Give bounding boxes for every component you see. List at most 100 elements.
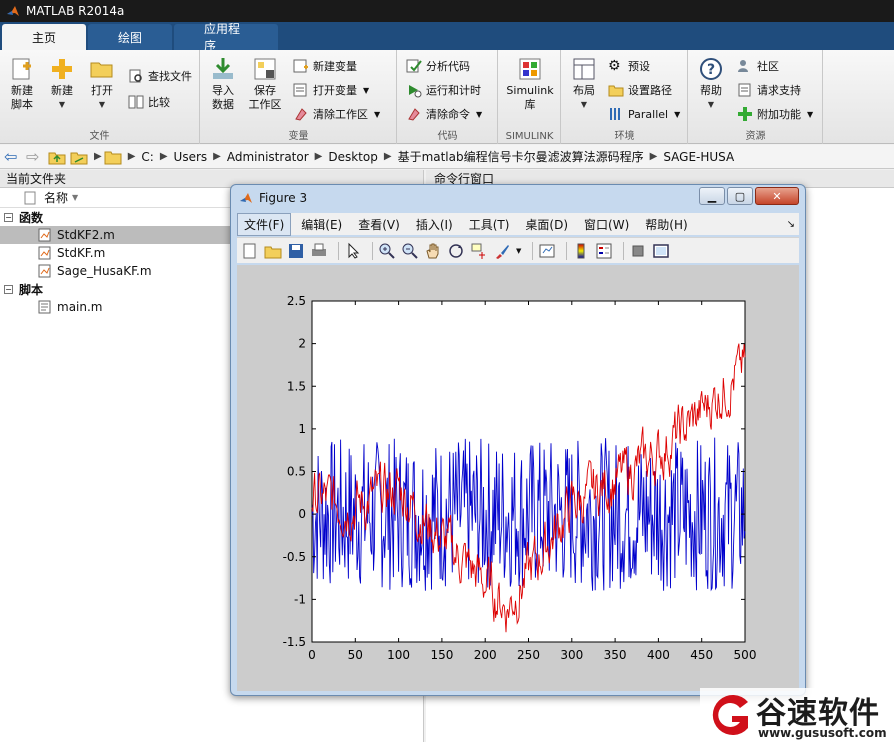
simulink-library-button[interactable]: Simulink 库	[506, 56, 554, 112]
menu-desktop[interactable]: 桌面(D)	[519, 214, 574, 235]
chevron-down-icon[interactable]: ▼	[516, 247, 521, 255]
simulink-library-label: Simulink 库	[506, 84, 554, 111]
zoom-in-icon[interactable]	[378, 242, 396, 260]
tab-home[interactable]: 主页	[2, 24, 86, 50]
rotate-3d-icon[interactable]	[447, 242, 465, 260]
import-data-label: 导入 数据	[212, 84, 234, 111]
up-folder-icon[interactable]	[48, 149, 66, 165]
dock-arrow-icon[interactable]: ↘	[787, 219, 795, 230]
print-icon[interactable]	[310, 242, 328, 260]
help-button[interactable]: ? 帮助 ▼	[691, 56, 731, 112]
chevron-down-icon[interactable]: ▼	[674, 110, 680, 119]
y-tick-label: 0.5	[287, 465, 306, 479]
request-support-button[interactable]: 请求支持	[737, 80, 801, 100]
breadcrumb-administrator[interactable]: Administrator	[227, 150, 309, 164]
import-data-button[interactable]: 导入 数据	[203, 56, 243, 112]
breadcrumb-sage-husa[interactable]: SAGE-HUSA	[663, 150, 734, 164]
new-figure-icon[interactable]	[241, 242, 259, 260]
preferences-button[interactable]: ⚙ 预设	[608, 56, 650, 76]
breadcrumb-c[interactable]: C:	[141, 150, 153, 164]
new-button[interactable]: 新建 ▼	[42, 56, 82, 112]
hide-plot-tools-icon[interactable]	[629, 242, 647, 260]
chevron-down-icon[interactable]: ▼	[363, 86, 369, 95]
new-variable-label: 新建变量	[313, 60, 357, 73]
clear-commands-icon	[408, 108, 420, 121]
toolbar-separator	[566, 241, 568, 260]
chevron-down-icon[interactable]: ▼	[807, 110, 813, 119]
watermark: 谷速软件 www.gususoft.com	[700, 688, 894, 742]
menu-insert[interactable]: 插入(I)	[410, 214, 459, 235]
colorbar-icon[interactable]	[572, 242, 590, 260]
gususoft-logo-icon	[712, 695, 748, 735]
clear-commands-button[interactable]: 清除命令 ▼	[406, 104, 482, 124]
data-cursor-icon[interactable]	[470, 242, 488, 260]
open-button[interactable]: 打开 ▼	[82, 56, 122, 112]
tab-apps[interactable]: 应用程序	[174, 22, 278, 53]
x-tick-label: 400	[647, 648, 670, 662]
save-icon[interactable]	[287, 242, 305, 260]
open-variable-button[interactable]: 打开变量 ▼	[293, 80, 369, 100]
browse-folder-icon[interactable]	[70, 149, 88, 165]
new-variable-button[interactable]: 新建变量	[293, 56, 357, 76]
new-script-label: 新建 脚本	[11, 84, 33, 111]
group-resources-label: 资源	[745, 131, 766, 142]
parallel-button[interactable]: Parallel ▼	[608, 104, 680, 124]
brush-icon[interactable]	[493, 242, 511, 260]
group-environment: 布局 ▼ ⚙ 预设 设置路径 Parallel ▼ 环境	[562, 50, 688, 144]
maximize-button[interactable]: ▢	[727, 187, 753, 205]
chevron-down-icon[interactable]: ▼	[476, 110, 482, 119]
clear-workspace-label: 清除工作区	[313, 108, 368, 121]
layout-button[interactable]: 布局 ▼	[564, 56, 604, 112]
community-button[interactable]: 社区	[737, 56, 779, 76]
set-path-label: 设置路径	[628, 84, 672, 97]
minimize-button[interactable]: ▁	[699, 187, 725, 205]
y-tick-label: -1	[294, 592, 306, 606]
pan-hand-icon[interactable]	[424, 242, 442, 260]
breadcrumb-desktop[interactable]: Desktop	[328, 150, 378, 164]
legend-icon[interactable]	[595, 242, 613, 260]
chevron-down-icon[interactable]: ▼	[374, 110, 380, 119]
toolbar-separator	[338, 241, 339, 260]
collapse-icon[interactable]: −	[4, 284, 13, 294]
group-file: 新建 脚本 新建 ▼ 打开 ▼ 查找文件 比较 文件	[0, 50, 200, 144]
menu-help[interactable]: 帮助(H)	[639, 214, 693, 235]
collapse-icon[interactable]: −	[4, 212, 13, 222]
set-path-button[interactable]: 设置路径	[608, 80, 672, 100]
menu-view[interactable]: 查看(V)	[352, 214, 406, 235]
show-plot-tools-icon[interactable]	[652, 242, 670, 260]
close-button[interactable]: ✕	[755, 187, 799, 205]
back-arrow-icon[interactable]: ⇦	[4, 148, 22, 165]
analyze-code-button[interactable]: 分析代码	[406, 56, 470, 76]
figure-toolbar: ▼	[237, 237, 799, 263]
menu-file[interactable]: 文件(F)	[237, 212, 292, 236]
plot-area[interactable]: 0 50 100 150 200 250 300 350 400 450 500 2.5 2 1.5 1 0.…	[237, 265, 799, 691]
find-files-button[interactable]: 查找文件	[128, 66, 192, 86]
menu-edit[interactable]: 编辑(E)	[295, 214, 348, 235]
clear-workspace-button[interactable]: 清除工作区 ▼	[293, 104, 380, 124]
addons-icon	[738, 107, 752, 121]
save-workspace-button[interactable]: 保存 工作区	[245, 56, 285, 112]
pointer-icon[interactable]	[344, 242, 362, 260]
breadcrumb-project[interactable]: 基于matlab编程信号卡尔曼滤波算法源码程序	[398, 148, 644, 165]
maximize-icon: ▢	[734, 189, 746, 203]
addons-button[interactable]: 附加功能 ▼	[737, 104, 813, 124]
link-plot-icon[interactable]	[538, 242, 556, 260]
y-tick-label: 0	[298, 507, 306, 521]
forward-arrow-icon[interactable]: ⇨	[26, 148, 44, 165]
new-script-button[interactable]: 新建 脚本	[2, 56, 42, 112]
group-resources: ? 帮助 ▼ 社区 请求支持 附加功能 ▼ 资源	[689, 50, 823, 144]
run-and-time-button[interactable]: 运行和计时	[406, 80, 481, 100]
path-separator: ▶	[94, 151, 102, 162]
menu-window[interactable]: 窗口(W)	[578, 214, 635, 235]
zoom-out-icon[interactable]	[401, 242, 419, 260]
breadcrumb-users[interactable]: Users	[174, 150, 208, 164]
import-data-icon	[213, 58, 233, 79]
menu-tools[interactable]: 工具(T)	[463, 214, 516, 235]
watermark-url: www.gususoft.com	[758, 726, 887, 740]
tab-plots[interactable]: 绘图	[88, 24, 172, 50]
open-file-icon[interactable]	[264, 242, 282, 260]
request-support-label: 请求支持	[757, 84, 801, 97]
compare-button[interactable]: 比较	[128, 92, 170, 112]
analyze-code-icon	[406, 59, 422, 73]
save-workspace-label: 保存 工作区	[248, 84, 282, 111]
